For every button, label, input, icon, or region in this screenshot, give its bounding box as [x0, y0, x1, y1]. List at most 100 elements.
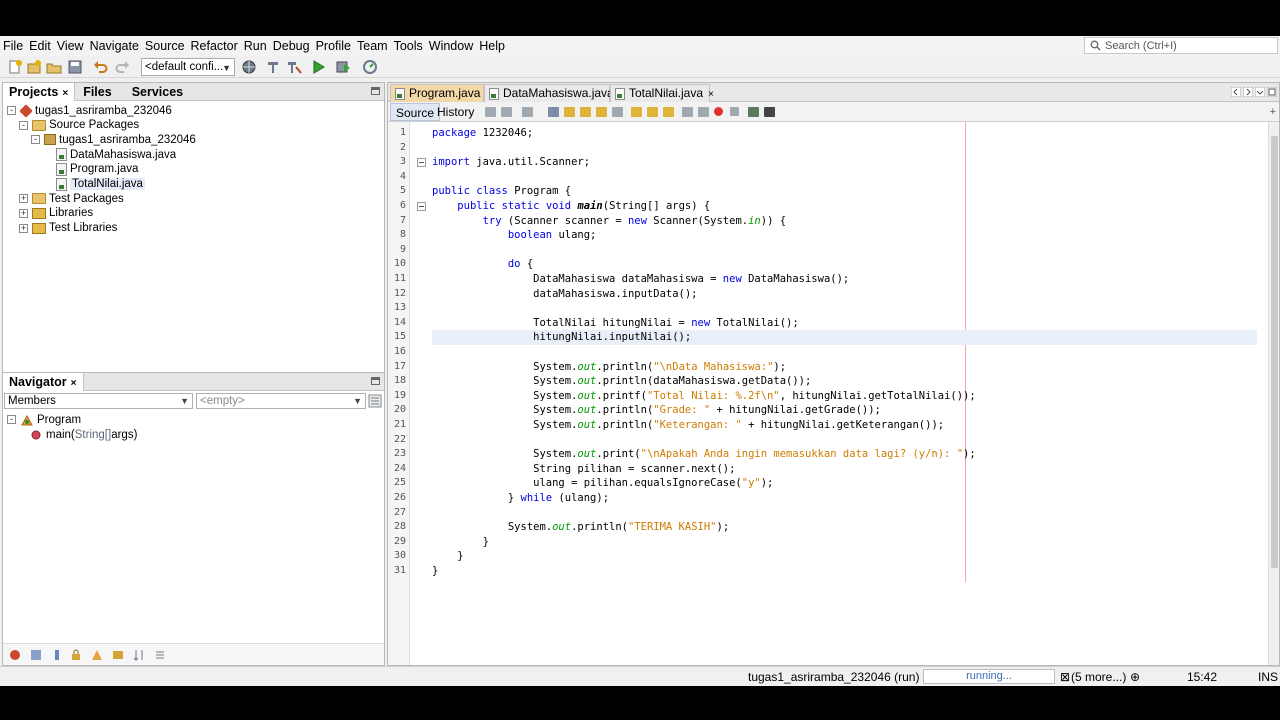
code-line[interactable]: try (Scanner scanner = new Scanner(Syste… [432, 214, 1257, 229]
lock-icon[interactable] [70, 649, 82, 661]
undo-icon[interactable] [93, 59, 109, 75]
last-edit-icon[interactable] [485, 107, 496, 117]
menu-help[interactable]: Help [476, 36, 508, 56]
run-task-label[interactable]: tugas1_asriramba_232046 (run) #6 [748, 667, 936, 687]
find-icon[interactable] [548, 107, 559, 117]
open-project-icon[interactable] [46, 59, 62, 75]
static-filter-icon[interactable] [51, 649, 63, 661]
code-line[interactable]: System.out.printf("Total Nilai: %.2f\n",… [432, 389, 1257, 404]
expand-icon[interactable]: + [19, 208, 28, 218]
tree-node[interactable]: - Source Packages [19, 118, 139, 133]
code-line[interactable]: String pilihan = scanner.next(); [432, 462, 1257, 477]
code-line[interactable]: dataMahasiswa.inputData(); [432, 287, 1257, 302]
close-icon[interactable]: × [708, 89, 714, 100]
find-selection-icon[interactable] [596, 107, 607, 117]
tab-files[interactable]: Files [75, 83, 126, 101]
expand-icon[interactable]: + [19, 194, 28, 204]
forward-icon[interactable] [522, 107, 533, 117]
menu-edit[interactable]: Edit [26, 36, 54, 56]
tab-datamahasiswa-java[interactable]: DataMahasiswa.java× [484, 84, 625, 102]
new-file-icon[interactable] [7, 59, 23, 75]
menu-tools[interactable]: Tools [391, 36, 426, 56]
tree-node[interactable]: - tugas1_asriramba_232046 [31, 132, 196, 147]
save-all-icon[interactable] [67, 59, 83, 75]
tree-node[interactable]: DataMahasiswa.java [43, 147, 176, 162]
tab-program-java[interactable]: Program.java× [390, 84, 491, 102]
tab-navigator[interactable]: Navigator × [3, 373, 84, 391]
code-line[interactable]: DataMahasiswa dataMahasiswa = new DataMa… [432, 272, 1257, 287]
split-icon[interactable]: + [1270, 106, 1276, 118]
notifications-icon[interactable]: ⊕ [1130, 667, 1140, 687]
menu-navigate[interactable]: Navigate [87, 36, 142, 56]
find-previous-icon[interactable] [564, 107, 575, 117]
fold-toggle-icon[interactable] [417, 202, 426, 211]
uncomment-icon[interactable] [764, 107, 775, 117]
tree-node[interactable]: + Libraries [19, 206, 93, 221]
back-icon[interactable] [501, 107, 512, 117]
record-macro-icon[interactable] [714, 107, 723, 116]
show-opened-documents-icon[interactable] [1255, 87, 1265, 97]
close-icon[interactable]: × [62, 88, 68, 99]
code-line[interactable]: System.out.println(dataMahasiswa.getData… [432, 374, 1257, 389]
close-icon[interactable]: × [71, 378, 77, 389]
scroll-right-icon[interactable] [1243, 87, 1253, 97]
more-tasks-label[interactable]: (5 more...) [1071, 667, 1126, 687]
minimize-icon[interactable] [371, 87, 380, 95]
menu-source[interactable]: Source [142, 36, 188, 56]
code-line[interactable]: System.out.println("\nData Mahasiswa:"); [432, 360, 1257, 375]
clean-build-icon[interactable] [286, 59, 302, 75]
vertical-scrollbar[interactable] [1268, 122, 1279, 665]
profile-icon[interactable] [362, 59, 378, 75]
run-progress[interactable]: running... [923, 669, 1055, 684]
tab-totalnilai-java[interactable]: TotalNilai.java × [610, 84, 714, 102]
find-next-icon[interactable] [580, 107, 591, 117]
tree-node[interactable]: Program.java [43, 162, 138, 177]
menu-debug[interactable]: Debug [270, 36, 313, 56]
close-icon[interactable]: ⊠ [1060, 667, 1070, 687]
menu-view[interactable]: View [54, 36, 87, 56]
code-line[interactable] [432, 433, 1257, 448]
maximize-icon[interactable] [1267, 87, 1277, 97]
tree-node[interactable]: - tugas1_asriramba_232046 [7, 103, 172, 118]
search-field[interactable]: Search (Ctrl+I) [1084, 37, 1278, 54]
code-line[interactable]: ulang = pilihan.equalsIgnoreCase("y"); [432, 476, 1257, 491]
sort-name-icon[interactable] [133, 649, 145, 661]
run-icon[interactable] [310, 59, 326, 75]
tree-node[interactable]: + Test Packages [19, 191, 124, 206]
code-line[interactable]: do { [432, 257, 1257, 272]
code-line[interactable]: public class Program { [432, 184, 1257, 199]
comment-icon[interactable] [748, 107, 759, 117]
menu-refactor[interactable]: Refactor [188, 36, 241, 56]
collapse-icon[interactable]: - [7, 106, 16, 115]
globe-icon[interactable] [241, 59, 257, 75]
previous-bookmark-icon[interactable] [631, 107, 642, 117]
code-line[interactable] [432, 141, 1257, 156]
navigator-method-node[interactable]: main(String[] args) [31, 427, 137, 442]
collapse-icon[interactable]: - [31, 135, 40, 145]
sort-icon[interactable] [9, 649, 21, 661]
code-line[interactable] [432, 301, 1257, 316]
code-line[interactable]: System.out.println("Keterangan: " + hitu… [432, 418, 1257, 433]
scroll-left-icon[interactable] [1231, 87, 1241, 97]
toggle-bookmark-icon[interactable] [663, 107, 674, 117]
code-line[interactable]: } while (ulang); [432, 491, 1257, 506]
build-icon[interactable] [265, 59, 281, 75]
code-line[interactable]: System.out.print("\nApakah Anda ingin me… [432, 447, 1257, 462]
toggle-highlight-icon[interactable] [612, 107, 623, 117]
fields-filter-icon[interactable] [30, 649, 42, 661]
tree-node[interactable]: + Test Libraries [19, 221, 117, 236]
collapse-icon[interactable]: - [19, 120, 28, 130]
tree-node[interactable]: TotalNilai.java [43, 177, 145, 192]
navigator-class-node[interactable]: - Program [7, 412, 81, 427]
menu-team[interactable]: Team [354, 36, 391, 56]
members-select[interactable]: Members ▼ [4, 393, 193, 409]
next-bookmark-icon[interactable] [647, 107, 658, 117]
code-line[interactable]: } [432, 549, 1257, 564]
code-line[interactable] [432, 345, 1257, 360]
code-line[interactable]: import java.util.Scanner; [432, 155, 1257, 170]
filter-select[interactable]: <empty> ▼ [196, 393, 366, 409]
shift-left-icon[interactable] [682, 107, 693, 117]
shift-right-icon[interactable] [698, 107, 709, 117]
code-line[interactable]: } [432, 535, 1257, 550]
code-line[interactable]: System.out.println("TERIMA KASIH"); [432, 520, 1257, 535]
